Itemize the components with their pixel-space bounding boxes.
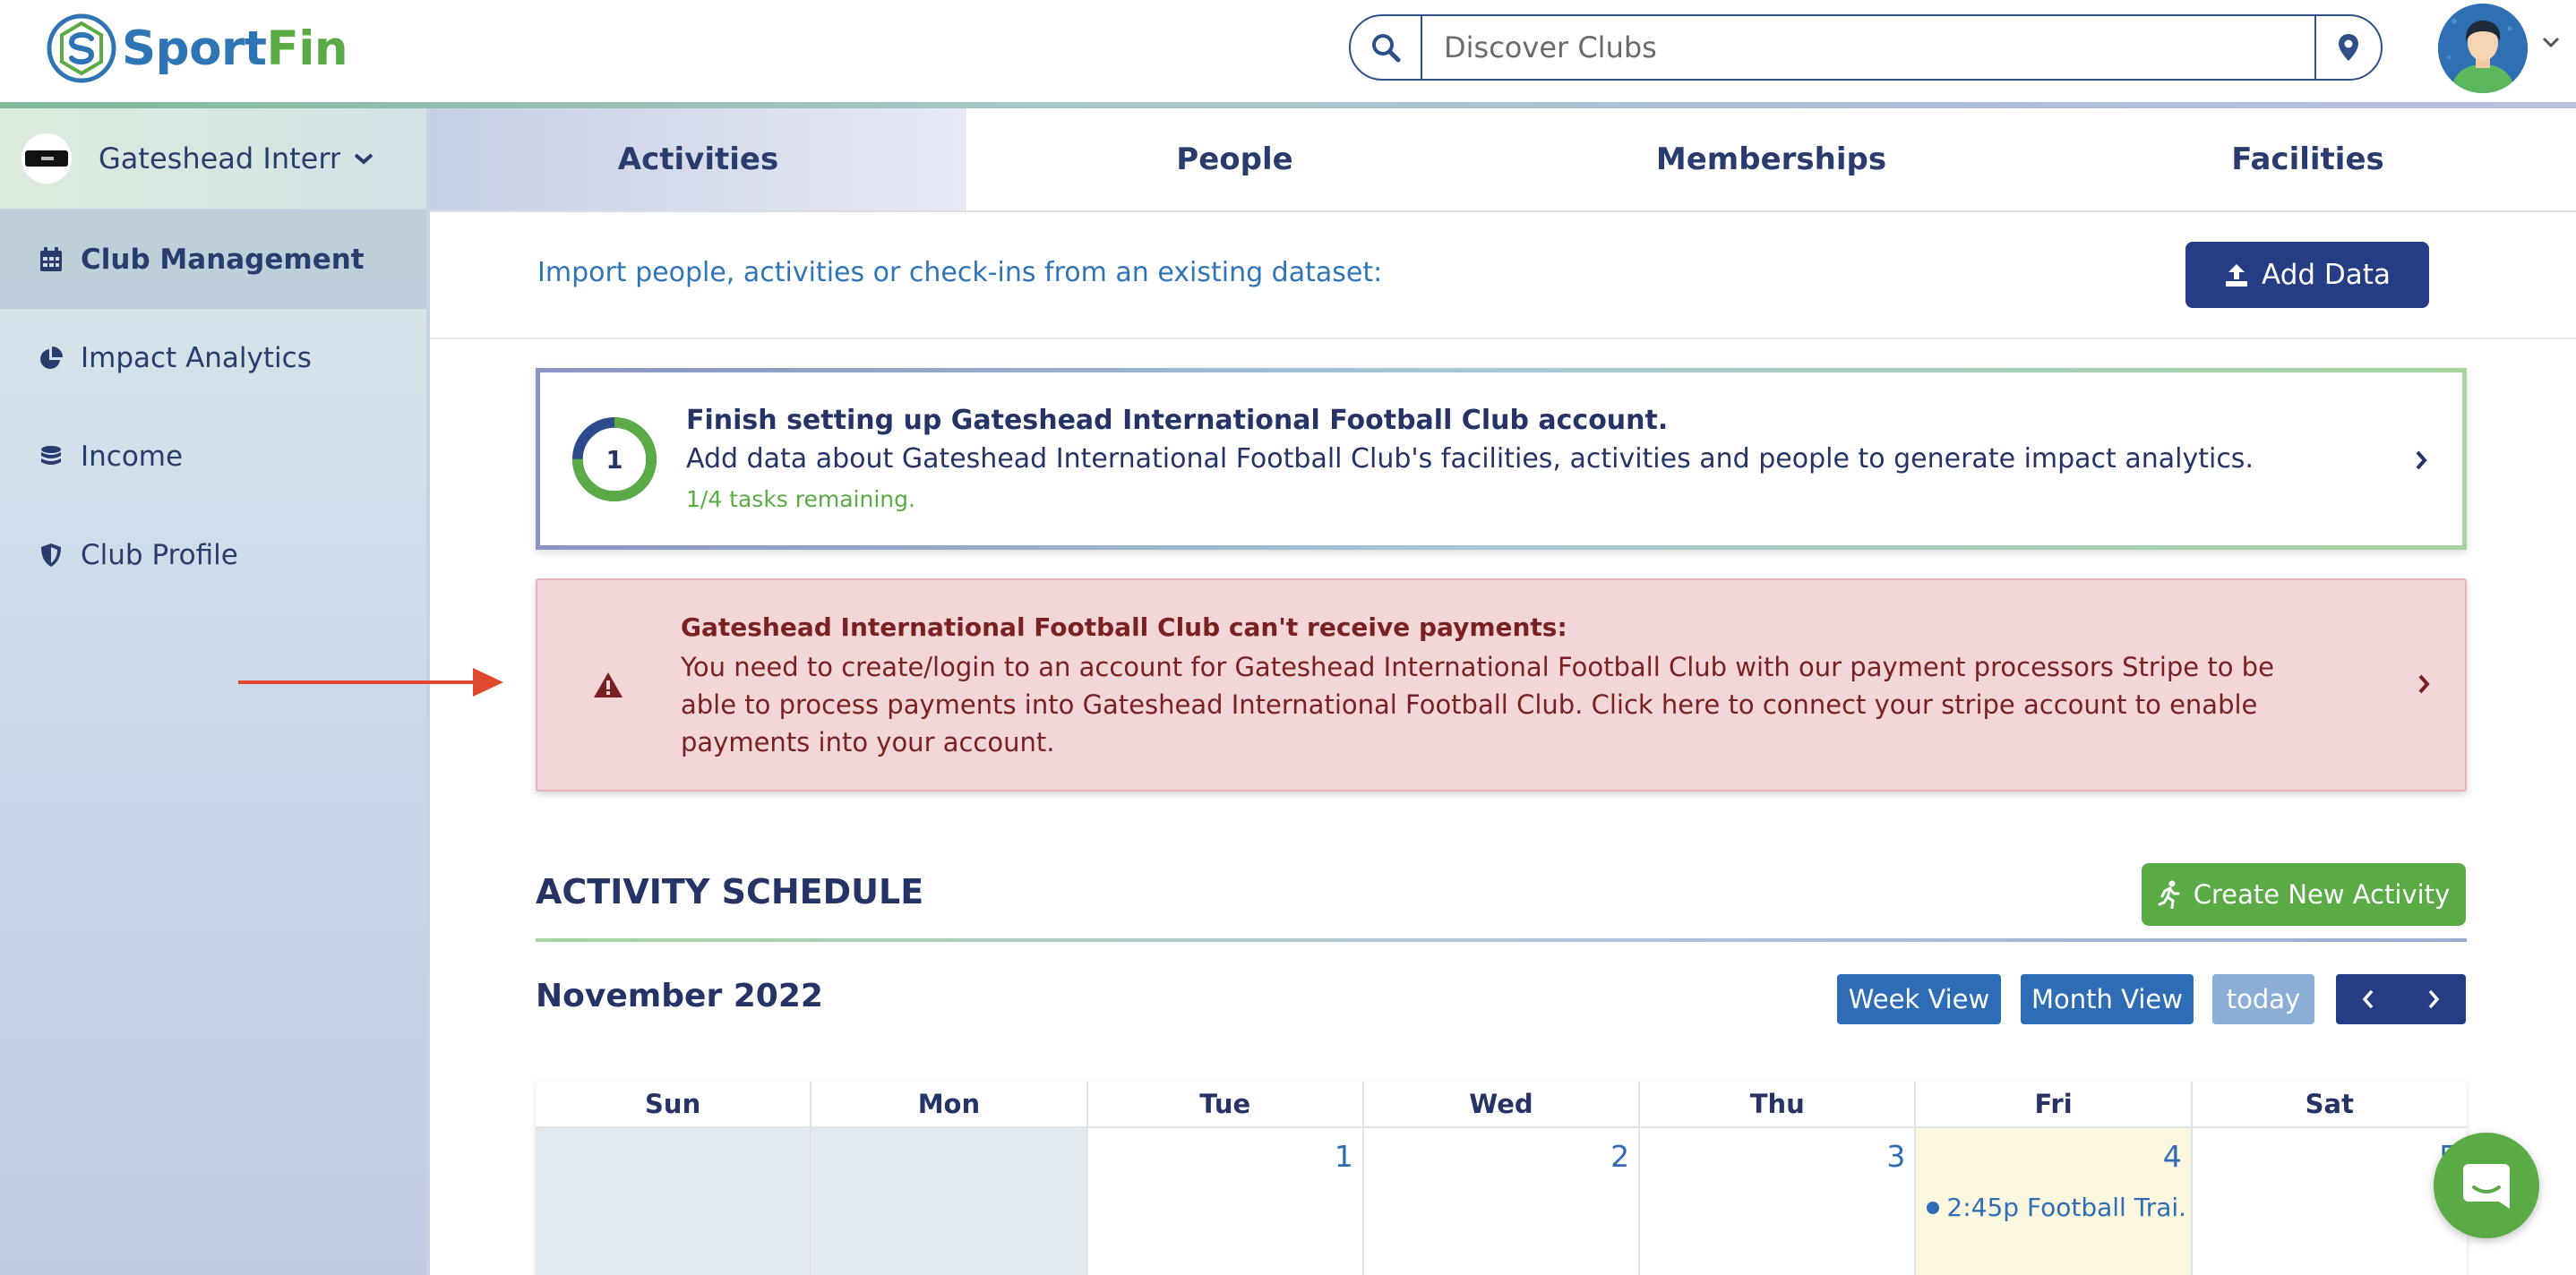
user-avatar[interactable]: [2438, 4, 2528, 93]
weekday-label: Sat: [2305, 1089, 2354, 1119]
sidebar-item-club-profile[interactable]: Club Profile: [0, 506, 426, 604]
annotation-arrow-icon: [238, 668, 503, 697]
calendar-day-cell[interactable]: [536, 1128, 812, 1275]
setup-progress-card[interactable]: 1 Finish setting up Gateshead Internatio…: [536, 368, 2467, 550]
club-name: Gateshead Intern...: [99, 141, 340, 175]
next-month-button[interactable]: [2401, 974, 2467, 1024]
setup-tasks-remaining: 1/4 tasks remaining.: [686, 486, 915, 512]
search-input[interactable]: [1422, 16, 2314, 79]
club-logo: [21, 133, 72, 184]
day-number: 1: [1334, 1139, 1353, 1174]
calendar-day-cell[interactable]: 1: [1088, 1128, 1364, 1275]
calendar-weekday-header: Sun Mon Tue Wed Thu Fri Sat: [536, 1082, 2467, 1128]
setup-progress-ring: 1: [571, 416, 657, 502]
add-data-label: Add Data: [2262, 259, 2391, 291]
club-logo-image: [25, 150, 68, 167]
setup-description: Add data about Gateshead International F…: [686, 443, 2254, 475]
warning-icon: [594, 672, 623, 697]
search-button[interactable]: [1351, 16, 1422, 79]
event-time: 2:45p: [1946, 1193, 2020, 1222]
sidebar-item-income[interactable]: Income: [0, 407, 426, 506]
event-title: Football Trai...: [2026, 1193, 2184, 1222]
create-new-activity-button[interactable]: Create New Activity: [2142, 863, 2466, 926]
upload-icon: [2226, 264, 2248, 287]
payment-alert-body: You need to create/login to an account f…: [681, 652, 2274, 757]
section-tabs: Activities People Memberships Facilities: [430, 108, 2576, 212]
coins-icon: [38, 443, 64, 470]
day-number: 4: [2162, 1139, 2182, 1174]
import-prompt: Import people, activities or check-ins f…: [537, 257, 1383, 288]
day-number: 3: [1886, 1139, 1906, 1174]
club-search-bar: [1349, 14, 2383, 81]
weekday-label: Sun: [536, 1082, 812, 1126]
shield-icon: [38, 542, 64, 569]
create-activity-label: Create New Activity: [2193, 879, 2451, 910]
logo-sport-text: Sport: [122, 21, 267, 76]
tab-people[interactable]: People: [966, 108, 1503, 210]
calendar-icon: [38, 246, 64, 273]
logo-wordmark: SportFin: [122, 21, 348, 76]
header-gradient-divider: [0, 102, 2576, 108]
map-pin-icon: [2339, 34, 2358, 61]
import-bar: Import people, activities or check-ins f…: [430, 212, 2576, 339]
schedule-title: ACTIVITY SCHEDULE: [536, 872, 924, 911]
weekday-label: Thu: [1640, 1082, 1917, 1126]
week-view-button[interactable]: Week View: [1837, 974, 2001, 1024]
weekday-label: Mon: [811, 1082, 1088, 1126]
running-person-icon: [2158, 880, 2180, 909]
pie-chart-icon: [38, 345, 64, 372]
avatar-image: [2438, 4, 2528, 93]
chevron-left-icon: [2362, 989, 2374, 1009]
chevron-right-icon: [2428, 989, 2440, 1009]
month-view-button[interactable]: Month View: [2021, 974, 2194, 1024]
calendar-day-cell[interactable]: 5: [2193, 1128, 2467, 1275]
chevron-right-icon: [2418, 674, 2430, 694]
tab-memberships[interactable]: Memberships: [1503, 108, 2039, 210]
calendar-day-cell[interactable]: [811, 1128, 1088, 1275]
sportfin-logo-icon: [47, 13, 116, 83]
sidebar-item-label: Club Profile: [81, 539, 238, 571]
chevron-down-icon: [354, 153, 374, 165]
location-button[interactable]: [2314, 16, 2381, 79]
setup-step-number: 1: [605, 447, 623, 475]
calendar-week-row: 1 2 3 4 2:45p Football Trai... 5: [536, 1128, 2467, 1275]
search-icon: [1372, 34, 1401, 63]
payment-alert-title: Gateshead International Football Club ca…: [681, 612, 1567, 642]
weekday-label: Fri: [1916, 1082, 2193, 1126]
calendar-nav-group: [2336, 974, 2466, 1024]
top-header: SportFin: [0, 0, 2576, 102]
chevron-right-icon: [2416, 450, 2427, 470]
calendar-day-cell[interactable]: 2: [1364, 1128, 1641, 1275]
weekday-label: Tue: [1088, 1082, 1364, 1126]
sidebar-item-impact-analytics[interactable]: Impact Analytics: [0, 309, 426, 407]
payment-alert[interactable]: Gateshead International Football Club ca…: [536, 578, 2467, 792]
schedule-divider: [536, 938, 2467, 942]
sidebar-item-label: Income: [81, 441, 184, 473]
calendar-event[interactable]: 2:45p Football Trai...: [1927, 1193, 2184, 1222]
account-menu-caret-icon[interactable]: [2542, 36, 2560, 48]
tab-activities[interactable]: Activities: [430, 108, 966, 210]
day-number: 2: [1610, 1139, 1630, 1174]
sidebar-item-label: Impact Analytics: [81, 342, 312, 374]
add-data-button[interactable]: Add Data: [2185, 242, 2429, 308]
today-button[interactable]: today: [2212, 974, 2314, 1024]
club-selector[interactable]: Gateshead Intern...: [0, 108, 426, 210]
sidebar-item-label: Club Management: [81, 244, 365, 276]
month-calendar: Sun Mon Tue Wed Thu Fri Sat 1 2 3 4 2:45…: [536, 1082, 2467, 1275]
sidebar-item-club-management[interactable]: Club Management: [0, 210, 426, 309]
chat-launcher-button[interactable]: [2434, 1133, 2539, 1238]
calendar-day-cell[interactable]: 3: [1640, 1128, 1917, 1275]
setup-title: Finish setting up Gateshead Internationa…: [686, 405, 1669, 436]
prev-month-button[interactable]: [2336, 974, 2401, 1024]
chat-icon: [2463, 1164, 2510, 1209]
calendar-month-title: November 2022: [536, 978, 823, 1014]
calendar-day-cell-today[interactable]: 4 2:45p Football Trai...: [1916, 1128, 2193, 1275]
weekday-label: Wed: [1364, 1082, 1641, 1126]
logo-fin-text: Fin: [266, 21, 348, 76]
sportfin-logo[interactable]: SportFin: [45, 11, 348, 86]
event-dot: [1927, 1201, 1940, 1214]
tab-facilities[interactable]: Facilities: [2039, 108, 2576, 210]
